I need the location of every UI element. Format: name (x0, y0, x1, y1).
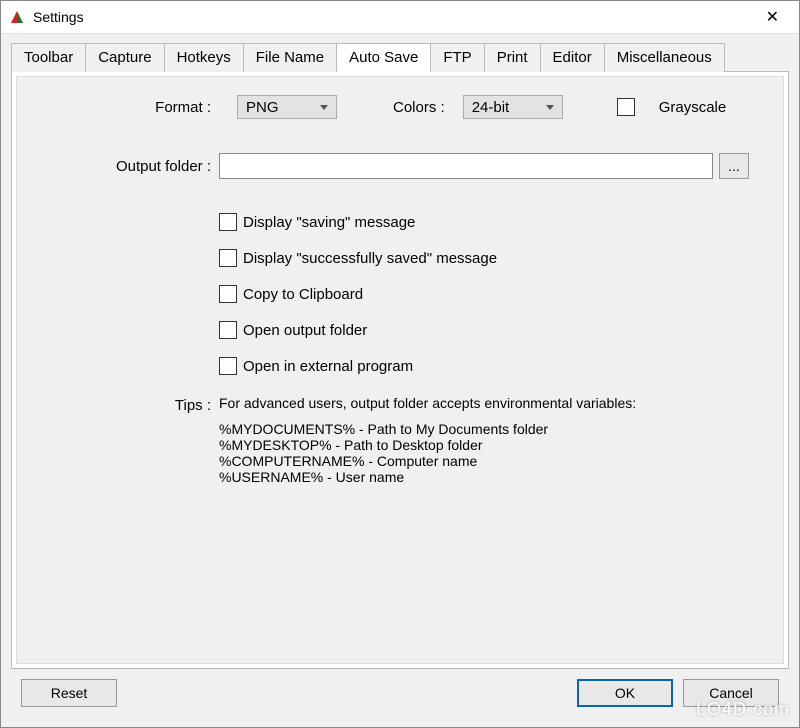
tips-intro: For advanced users, output folder accept… (219, 395, 749, 411)
output-folder-input[interactable] (219, 153, 713, 179)
window-title: Settings (33, 9, 746, 25)
open-output-label: Open output folder (243, 322, 367, 339)
colors-dropdown[interactable]: 24-bit (463, 95, 563, 119)
button-bar: Reset OK Cancel (11, 669, 789, 717)
output-folder-label: Output folder : (51, 158, 219, 175)
open-external-label: Open in external program (243, 358, 413, 375)
tab-hotkeys[interactable]: Hotkeys (164, 43, 244, 72)
display-saved-checkbox[interactable] (219, 249, 237, 267)
tab-strip: Toolbar Capture Hotkeys File Name Auto S… (11, 42, 789, 71)
tab-file-name[interactable]: File Name (243, 43, 337, 72)
tips-line: %MYDESKTOP% - Path to Desktop folder (219, 437, 749, 453)
format-value: PNG (246, 99, 279, 116)
tab-panel: Format : PNG Colors : 24-bit Grayscale (11, 71, 789, 669)
tab-editor[interactable]: Editor (540, 43, 605, 72)
tab-toolbar[interactable]: Toolbar (11, 43, 86, 72)
cancel-button[interactable]: Cancel (683, 679, 779, 707)
grayscale-label: Grayscale (659, 99, 727, 116)
open-output-checkbox[interactable] (219, 321, 237, 339)
open-external-checkbox[interactable] (219, 357, 237, 375)
chevron-down-icon (546, 105, 554, 110)
tips-label: Tips : (51, 395, 219, 414)
titlebar: Settings ✕ (1, 1, 799, 34)
grayscale-checkbox[interactable] (617, 98, 635, 116)
display-saving-label: Display "saving" message (243, 214, 415, 231)
colors-value: 24-bit (472, 99, 510, 116)
close-icon[interactable]: ✕ (754, 7, 791, 27)
format-label: Format : (51, 99, 219, 116)
tips-line: %MYDOCUMENTS% - Path to My Documents fol… (219, 421, 749, 437)
tips-line: %COMPUTERNAME% - Computer name (219, 453, 749, 469)
client-area: Toolbar Capture Hotkeys File Name Auto S… (1, 34, 799, 727)
colors-label: Colors : (393, 99, 445, 116)
copy-clipboard-label: Copy to Clipboard (243, 286, 363, 303)
auto-save-panel: Format : PNG Colors : 24-bit Grayscale (16, 76, 784, 664)
tab-auto-save[interactable]: Auto Save (336, 43, 431, 72)
settings-window: Settings ✕ Toolbar Capture Hotkeys File … (0, 0, 800, 728)
tips-line: %USERNAME% - User name (219, 469, 749, 485)
chevron-down-icon (320, 105, 328, 110)
reset-button[interactable]: Reset (21, 679, 117, 707)
display-saved-label: Display "successfully saved" message (243, 250, 497, 267)
copy-clipboard-checkbox[interactable] (219, 285, 237, 303)
tab-miscellaneous[interactable]: Miscellaneous (604, 43, 725, 72)
format-dropdown[interactable]: PNG (237, 95, 337, 119)
app-icon (9, 9, 25, 25)
ok-button[interactable]: OK (577, 679, 673, 707)
display-saving-checkbox[interactable] (219, 213, 237, 231)
tab-print[interactable]: Print (484, 43, 541, 72)
tab-capture[interactable]: Capture (85, 43, 164, 72)
tab-ftp[interactable]: FTP (430, 43, 484, 72)
browse-button[interactable]: ... (719, 153, 749, 179)
